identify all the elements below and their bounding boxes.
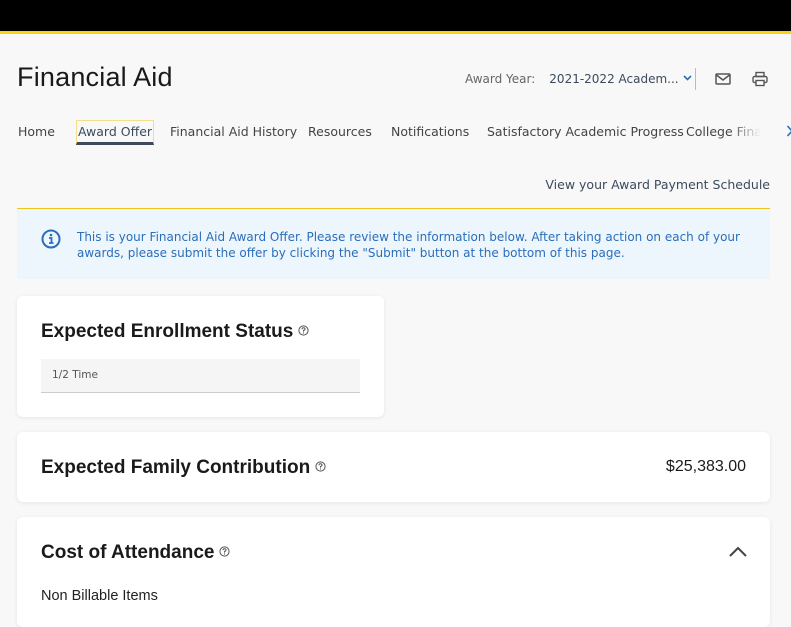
award-year-dropdown[interactable]: 2021-2022 Academ... — [549, 72, 692, 86]
nav-overflow-fade — [729, 121, 769, 145]
efc-amount: $25,383.00 — [665, 458, 746, 475]
mail-icon[interactable] — [714, 71, 732, 87]
nav-item-resources[interactable]: Resources — [308, 121, 372, 146]
award-year-value: 2021-2022 Academ... — [549, 72, 679, 86]
chevron-right-icon[interactable] — [786, 123, 791, 142]
enrollment-status-value: 1/2 Time — [41, 359, 360, 393]
award-payment-schedule-link[interactable]: View your Award Payment Schedule — [545, 177, 770, 192]
award-year-selector: Award Year: 2021-2022 Academ... — [465, 72, 692, 86]
help-icon[interactable] — [298, 320, 309, 336]
chevron-down-icon — [683, 73, 692, 84]
info-banner: This is your Financial Aid Award Offer. … — [17, 209, 770, 279]
nav-item-notifications[interactable]: Notifications — [391, 121, 469, 146]
enrollment-status-title-text: Expected Enrollment Status — [41, 321, 294, 342]
top-bar — [0, 0, 791, 31]
chevron-up-icon[interactable] — [728, 543, 748, 557]
enrollment-status-card: Expected Enrollment Status 1/2 Time — [17, 296, 384, 417]
print-icon[interactable] — [751, 71, 769, 87]
efc-card: Expected Family Contribution $25,383.00 — [17, 432, 770, 502]
cost-of-attendance-card: Cost of Attendance Non Billable Items — [17, 517, 770, 627]
nav-item-home[interactable]: Home — [18, 121, 55, 146]
award-year-label: Award Year: — [465, 72, 536, 86]
efc-title: Expected Family Contribution — [41, 456, 326, 479]
efc-title-text: Expected Family Contribution — [41, 457, 311, 478]
header-divider — [695, 68, 696, 90]
nav-item-award-offer[interactable]: Award Offer — [76, 120, 155, 145]
top-bar-accent — [0, 31, 791, 34]
info-banner-text: This is your Financial Aid Award Offer. … — [77, 230, 740, 260]
page-title: Financial Aid — [17, 62, 173, 92]
help-icon[interactable] — [315, 456, 326, 472]
nav-item-satisfactory-academic-progress[interactable]: Satisfactory Academic Progress — [487, 121, 684, 146]
enrollment-status-title: Expected Enrollment Status — [41, 320, 309, 343]
non-billable-items-heading: Non Billable Items — [41, 588, 158, 604]
main-nav: Home Award Offer Financial Aid History R… — [18, 120, 791, 147]
info-icon — [41, 229, 61, 249]
cost-of-attendance-title: Cost of Attendance — [41, 541, 231, 564]
help-icon[interactable] — [219, 541, 231, 557]
cost-of-attendance-title-text: Cost of Attendance — [41, 542, 215, 563]
nav-item-financial-aid-history[interactable]: Financial Aid History — [170, 121, 297, 146]
